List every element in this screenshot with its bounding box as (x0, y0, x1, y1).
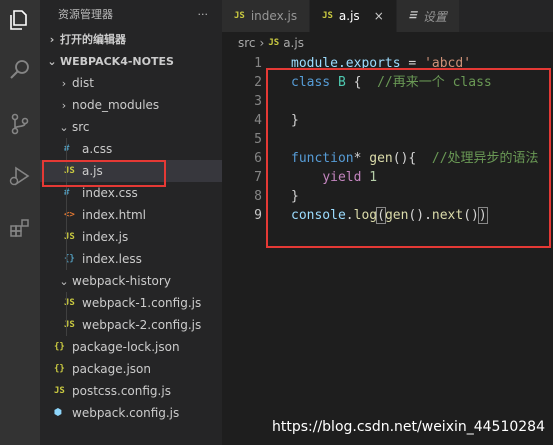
open-editors-label: 打开的编辑器 (60, 33, 126, 46)
explorer-header: 资源管理器 ··· (40, 0, 222, 28)
project-section[interactable]: ⌄ WEBPACK4-NOTES (40, 50, 222, 72)
explorer-title: 资源管理器 (58, 8, 113, 21)
chevron-right-icon: › (61, 98, 67, 112)
project-label: WEBPACK4-NOTES (60, 54, 174, 68)
tree-item-label: src (72, 120, 90, 134)
editor-tabs: JS index.js JS a.js × ☰ 设置 (222, 0, 553, 32)
tree-folder-node-modules[interactable]: › node_modules (40, 94, 222, 116)
tab-settings[interactable]: ☰ 设置 (396, 0, 460, 32)
line-number: 2 (254, 75, 262, 90)
js-file-icon: JS (54, 386, 65, 396)
tree-file-a-css[interactable]: # a.css (40, 138, 222, 160)
tree-file-postcss-config[interactable]: JS postcss.config.js (40, 380, 222, 402)
indent-guide (66, 226, 67, 248)
line-number: 8 (254, 189, 262, 204)
source-control-icon[interactable] (0, 104, 40, 144)
chevron-right-icon: › (259, 36, 265, 50)
annotation-box-file (42, 160, 166, 187)
tree-item-label: index.js (82, 230, 129, 244)
chevron-down-icon: ⌄ (59, 274, 69, 288)
settings-icon: ☰ (408, 11, 417, 21)
tree-folder-src[interactable]: ⌄ src (40, 116, 222, 138)
indent-guide (66, 204, 67, 226)
tree-file-index-js[interactable]: JS index.js (40, 226, 222, 248)
tree-folder-webpack-history[interactable]: ⌄ webpack-history (40, 270, 222, 292)
line-number: 1 (254, 56, 262, 71)
tab-label: a.js (338, 9, 360, 23)
tree-folder-dist[interactable]: › dist (40, 72, 222, 94)
run-debug-icon[interactable] (0, 156, 40, 196)
tree-file-webpack-2-config[interactable]: JS webpack-2.config.js (40, 314, 222, 336)
indent-guide (66, 314, 67, 336)
indent-guide (66, 248, 67, 270)
chevron-down-icon: ⌄ (59, 120, 69, 134)
line-number-gutter: 1 2 3 4 5 6 7 8 9 (222, 54, 268, 225)
tree-item-label: webpack-2.config.js (82, 318, 202, 332)
activity-bar (0, 0, 40, 445)
tab-index-js[interactable]: JS index.js (222, 0, 311, 32)
tree-item-label: webpack.config.js (72, 406, 180, 420)
tree-file-package-lock[interactable]: {} package-lock.json (40, 336, 222, 358)
indent-guide (66, 138, 67, 160)
webpack-icon: ⬢ (54, 408, 62, 418)
tab-a-js[interactable]: JS a.js × (310, 0, 397, 32)
tree-item-label: a.css (82, 142, 113, 156)
more-actions-icon[interactable]: ··· (198, 8, 209, 21)
line-number: 3 (254, 94, 262, 109)
tree-file-index-less[interactable]: {} index.less (40, 248, 222, 270)
breadcrumb-file[interactable]: a.js (283, 36, 304, 50)
chevron-right-icon: › (49, 32, 55, 46)
open-editors-section[interactable]: › 打开的编辑器 (40, 28, 222, 50)
indent-guide (66, 292, 67, 314)
explorer-icon[interactable] (0, 0, 40, 40)
close-icon[interactable]: × (374, 9, 384, 23)
tree-item-label: package.json (72, 362, 152, 376)
tree-file-package-json[interactable]: {} package.json (40, 358, 222, 380)
tree-file-index-html[interactable]: <> index.html (40, 204, 222, 226)
tree-item-label: index.html (82, 208, 146, 222)
breadcrumb: src › JS a.js (222, 32, 553, 54)
tab-label: 设置 (422, 9, 447, 24)
line-number: 5 (254, 132, 262, 147)
current-line-number: 9 (254, 208, 262, 223)
js-file-icon: JS (234, 11, 245, 21)
tree-item-label: postcss.config.js (72, 384, 171, 398)
search-icon[interactable] (0, 50, 40, 90)
json-file-icon: {} (54, 342, 65, 352)
tree-item-label: package-lock.json (72, 340, 180, 354)
breadcrumb-folder[interactable]: src (238, 36, 256, 50)
tree-item-label: node_modules (72, 98, 160, 112)
extensions-icon[interactable] (0, 208, 40, 248)
tree-file-webpack-1-config[interactable]: JS webpack-1.config.js (40, 292, 222, 314)
tree-item-label: dist (72, 76, 94, 90)
json-file-icon: {} (54, 364, 65, 374)
explorer-sidebar: 资源管理器 ··· › 打开的编辑器 ⌄ WEBPACK4-NOTES › di… (40, 0, 222, 445)
line-number: 4 (254, 113, 262, 128)
tree-item-label: webpack-history (72, 274, 171, 288)
watermark: https://blog.csdn.net/weixin_44510284 (271, 419, 545, 435)
js-file-icon: JS (268, 38, 280, 48)
chevron-right-icon: › (61, 76, 67, 90)
chevron-down-icon: ⌄ (47, 54, 57, 68)
line-number: 7 (254, 170, 262, 185)
tab-label: index.js (250, 9, 298, 23)
tree-item-label: webpack-1.config.js (82, 296, 202, 310)
js-file-icon: JS (322, 11, 333, 21)
annotation-box-code (266, 68, 551, 248)
tree-item-label: index.css (82, 186, 138, 200)
line-number: 6 (254, 151, 262, 166)
tree-file-webpack-config[interactable]: ⬢ webpack.config.js (40, 402, 222, 424)
tree-item-label: index.less (82, 252, 142, 266)
